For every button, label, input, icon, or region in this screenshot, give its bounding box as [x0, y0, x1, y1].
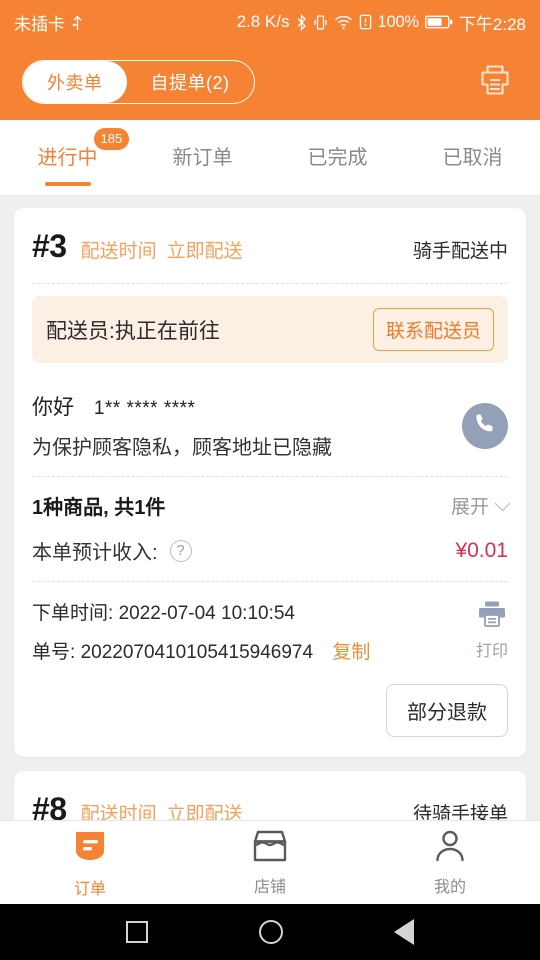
nav-item-store-label: 店铺: [253, 878, 286, 896]
header-printer-button[interactable]: [472, 59, 518, 105]
order-actions: 部分退款: [32, 678, 508, 757]
order-id-label: 单号:: [32, 642, 76, 663]
order-status-badge: 待骑手接单: [412, 804, 508, 820]
network-speed-label: 2.8 K/s: [236, 12, 290, 31]
person-icon: [431, 829, 469, 868]
printer-icon: [478, 63, 512, 102]
usb-icon: [71, 14, 84, 31]
income-label: 本单预计收入:: [32, 542, 158, 564]
customer-phone-masked: 1** **** ****: [93, 398, 196, 419]
tab-completed[interactable]: 已完成: [270, 120, 405, 195]
order-meta-texts: 下单时间: 2022-07-04 10:10:54 单号: 2022070410…: [32, 598, 370, 664]
battery-percent-label: 100%: [377, 12, 420, 31]
carrier-label: 未插卡: [14, 14, 65, 34]
order-time-label: 下单时间:: [32, 603, 114, 624]
print-order-button[interactable]: 打印: [476, 598, 508, 661]
tab-in-progress[interactable]: 进行中 185: [0, 120, 135, 195]
customer-texts: 你好 1** **** **** 为保护顾客隐私，顾客地址已隐藏: [32, 391, 332, 460]
contact-rider-button[interactable]: 联系配送员: [372, 308, 494, 351]
privacy-note: 为保护顾客隐私，顾客地址已隐藏: [32, 437, 332, 459]
bottom-navigation[interactable]: 订单 店铺 我的: [0, 820, 540, 904]
status-bar: 未插卡 2.8 K/s 100% 下午2:28: [0, 0, 540, 44]
order-card[interactable]: #3 配送时间 立即配送 骑手配送中 配送员:执正在前往 联系配送员 你好 1*…: [14, 208, 526, 757]
expand-goods-button[interactable]: 展开: [450, 492, 511, 519]
orders-icon: [71, 827, 109, 870]
income-amount: ¥0.01: [455, 538, 508, 562]
wifi-icon: [334, 14, 353, 30]
question-icon[interactable]: ?: [169, 539, 192, 562]
goods-summary-row[interactable]: 1种商品, 共1件 展开: [32, 477, 511, 532]
nav-item-profile[interactable]: 我的: [360, 821, 540, 904]
tab-new-orders-label: 新订单: [172, 147, 233, 169]
home-button[interactable]: [258, 920, 283, 944]
store-icon: [251, 829, 289, 868]
nav-item-orders[interactable]: 订单: [0, 821, 180, 904]
order-type-segmented-control[interactable]: 外卖单 自提单(2): [22, 60, 255, 104]
order-id-value: 2022070410105415946974: [80, 642, 314, 663]
order-status-badge: 骑手配送中: [412, 241, 508, 262]
tab-new-orders[interactable]: 新订单: [135, 120, 270, 195]
android-navigation-bar[interactable]: [0, 904, 540, 960]
order-card-header: #3 配送时间 立即配送 骑手配送中: [32, 208, 508, 283]
recents-button[interactable]: [125, 921, 148, 943]
tab-cancelled-label: 已取消: [442, 147, 503, 169]
bluetooth-icon: [296, 13, 307, 31]
battery-icon: [424, 15, 453, 29]
order-time-value: 2022-07-04 10:10:54: [118, 603, 295, 624]
vibrate-icon: [313, 14, 328, 31]
rider-status-text: 配送员:执正在前往: [46, 319, 220, 343]
tab-in-progress-label: 进行中: [37, 147, 98, 169]
rider-section: 配送员:执正在前往 联系配送员: [32, 284, 508, 377]
order-card-header: #8 配送时间 立即配送 待骑手接单: [32, 771, 508, 820]
app-root: 未插卡 2.8 K/s 100% 下午2:28 外卖单 自提单(2) 进行中 1…: [0, 0, 540, 960]
printer-icon: [477, 600, 507, 633]
copy-order-id-button[interactable]: 复制: [332, 642, 370, 663]
nav-item-profile-label: 我的: [433, 878, 466, 896]
call-customer-button[interactable]: [462, 402, 508, 449]
customer-line-1: 你好 1** **** ****: [32, 391, 332, 421]
app-header: 外卖单 自提单(2): [0, 44, 540, 120]
back-button[interactable]: [394, 919, 415, 945]
delivery-time-label: 配送时间: [80, 241, 157, 262]
income-row: 本单预计收入: ? ¥0.01: [32, 532, 508, 581]
customer-greeting: 你好: [32, 396, 74, 419]
delivery-time-value: 立即配送: [166, 241, 243, 262]
expand-label: 展开: [450, 497, 489, 518]
partial-refund-button[interactable]: 部分退款: [386, 684, 508, 737]
tab-in-progress-badge: 185: [93, 128, 130, 150]
phone-icon: [473, 411, 497, 440]
status-bar-right: 2.8 K/s 100% 下午2:28: [237, 10, 526, 35]
tab-cancelled[interactable]: 已取消: [405, 120, 540, 195]
tab-in-progress-label-wrap: 进行中 185: [37, 128, 130, 174]
sim-icon: [359, 14, 372, 30]
nav-item-store[interactable]: 店铺: [180, 821, 360, 904]
goods-summary-text: 1种商品, 共1件: [32, 497, 166, 519]
order-card[interactable]: #8 配送时间 立即配送 待骑手接单: [14, 771, 526, 820]
segment-pickup-orders[interactable]: 自提单(2): [127, 61, 254, 103]
rider-strip: 配送员:执正在前往 联系配送员: [32, 296, 508, 363]
delivery-time-value: 立即配送: [166, 804, 243, 820]
order-time-line: 下单时间: 2022-07-04 10:10:54: [32, 598, 370, 625]
tab-completed-label: 已完成: [307, 147, 368, 169]
segment-takeout-orders[interactable]: 外卖单: [23, 61, 127, 103]
chevron-down-icon: [494, 495, 511, 512]
order-sequence-number: #8: [32, 791, 67, 820]
clock-label: 下午2:28: [458, 14, 526, 34]
customer-section: 你好 1** **** **** 为保护顾客隐私，顾客地址已隐藏: [32, 377, 508, 476]
status-bar-left: 未插卡: [14, 10, 84, 35]
print-label: 打印: [475, 643, 508, 660]
order-meta-section: 下单时间: 2022-07-04 10:10:54 单号: 2022070410…: [32, 582, 508, 678]
order-list[interactable]: #3 配送时间 立即配送 骑手配送中 配送员:执正在前往 联系配送员 你好 1*…: [0, 196, 540, 820]
delivery-time-label: 配送时间: [80, 804, 157, 820]
order-sequence-number: #3: [32, 228, 67, 264]
order-status-tabs[interactable]: 进行中 185 新订单 已完成 已取消: [0, 120, 540, 196]
nav-item-orders-label: 订单: [73, 880, 106, 898]
order-id-line: 单号: 2022070410105415946974 复制: [32, 637, 370, 664]
